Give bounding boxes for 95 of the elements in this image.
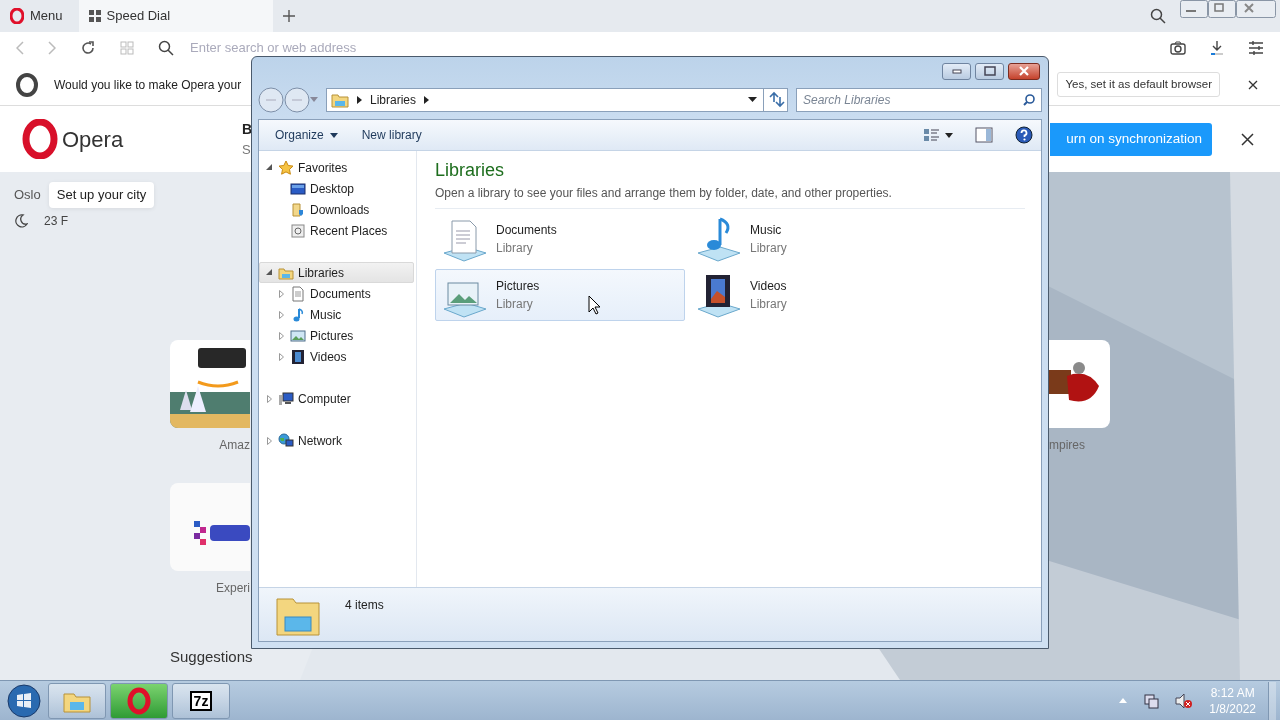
nav-tree-item[interactable]: Downloads — [259, 199, 414, 220]
picture-icon — [290, 327, 306, 344]
prompt-text: Would you like to make Opera your — [54, 76, 242, 94]
nav-tree-item[interactable]: Desktop — [259, 178, 414, 199]
address-bar[interactable]: Libraries — [326, 88, 788, 112]
cursor-icon — [588, 295, 601, 315]
preview-pane-icon[interactable] — [975, 127, 993, 143]
film-icon — [290, 348, 306, 365]
view-options-icon[interactable] — [923, 128, 953, 142]
breadcrumb-item[interactable]: Libraries — [370, 91, 417, 109]
expanded-arrow-icon[interactable] — [265, 164, 273, 171]
computer-icon — [278, 390, 294, 407]
archiver-button[interactable]: 7z — [172, 682, 230, 719]
collapsed-arrow-icon[interactable] — [278, 352, 284, 361]
opera-logo-icon — [22, 119, 58, 159]
city-name: Oslo — [14, 186, 41, 204]
monitor-icon — [290, 180, 306, 197]
logo-text: Opera — [62, 125, 124, 154]
chevron-right-icon[interactable] — [357, 96, 362, 104]
temperature-text: 23 F — [44, 212, 68, 230]
search-icon — [158, 40, 174, 56]
opera-logo-icon — [10, 8, 24, 24]
nav-tree-item[interactable]: Libraries — [259, 262, 414, 283]
network-status-icon[interactable] — [1143, 692, 1160, 709]
opera-logo-icon — [127, 686, 151, 715]
opera-logo-icon — [16, 72, 38, 97]
toolbar-button[interactable]: New library — [353, 124, 430, 146]
city-setup-tooltip[interactable]: Set up your city — [48, 182, 155, 208]
library-item[interactable]: Music Library — [689, 213, 939, 265]
search-field[interactable]: Search Libraries — [796, 88, 1042, 112]
close-button[interactable] — [1008, 62, 1040, 80]
chevron-right-icon[interactable] — [424, 96, 430, 104]
section-heading: Suggestions — [170, 646, 254, 667]
recent-places-icon — [290, 222, 306, 239]
library-item[interactable]: Documents Library — [435, 213, 685, 265]
nav-tree-item[interactable]: Network — [259, 430, 414, 451]
minimize-button[interactable] — [942, 62, 971, 80]
close-icon[interactable] — [1241, 132, 1254, 146]
maximize-icon — [983, 66, 996, 76]
collapsed-arrow-icon[interactable] — [266, 394, 272, 403]
search-icon — [1023, 94, 1035, 106]
subheading-text: S — [242, 140, 252, 159]
nav-tree-item[interactable]: Documents — [259, 283, 414, 304]
collapsed-arrow-icon[interactable] — [266, 436, 272, 445]
download-icon[interactable] — [1210, 40, 1224, 56]
moon-icon — [14, 213, 28, 228]
folder-icon — [290, 201, 306, 218]
globe-icon — [278, 432, 294, 449]
heading-text: B — [242, 119, 253, 139]
document-icon — [290, 285, 306, 302]
nav-tree-item[interactable]: Favorites — [259, 157, 414, 178]
minimize-button[interactable] — [1180, 0, 1208, 18]
refresh-icon[interactable] — [763, 89, 787, 111]
collapsed-arrow-icon[interactable] — [278, 289, 284, 298]
nav-tree-item[interactable]: Recent Places — [259, 220, 414, 241]
organize-menu[interactable]: Organize — [267, 124, 346, 146]
restore-button[interactable] — [1208, 0, 1236, 18]
default-browser-button[interactable]: Yes, set it as default browser — [1057, 71, 1220, 98]
opera-button[interactable] — [110, 682, 168, 719]
tile-label[interactable]: Experi — [216, 578, 250, 597]
grid-icon — [88, 10, 101, 22]
star-icon — [278, 159, 294, 176]
library-folder-icon — [331, 92, 349, 108]
dropdown-icon[interactable] — [748, 97, 757, 103]
close-icon — [1018, 66, 1030, 76]
content-description: Open a library to see your files and arrange them by folder, date, and other properties. — [435, 185, 893, 202]
camera-icon[interactable] — [1170, 41, 1186, 55]
content-heading: Libraries — [435, 159, 506, 182]
forward-button[interactable] — [284, 87, 310, 113]
library-item[interactable]: Pictures Library — [435, 269, 685, 321]
plus-icon[interactable] — [282, 10, 295, 22]
collapsed-arrow-icon[interactable] — [278, 331, 284, 340]
help-icon[interactable] — [1015, 126, 1033, 144]
volume-muted-icon[interactable] — [1175, 692, 1194, 709]
search-icon[interactable] — [1150, 8, 1166, 24]
menu-button[interactable]: Menu — [0, 0, 73, 32]
settings-icon[interactable] — [1248, 41, 1264, 55]
library-item[interactable]: Videos Library — [689, 269, 939, 321]
start-button[interactable] — [4, 681, 44, 720]
maximize-button[interactable] — [975, 62, 1004, 80]
nav-tree-item[interactable]: Computer — [259, 388, 414, 409]
item-count: 4 items — [345, 597, 384, 614]
close-icon[interactable] — [1248, 79, 1258, 90]
nav-tree-item[interactable]: Videos — [259, 346, 414, 367]
expanded-arrow-icon[interactable] — [265, 269, 273, 276]
caret-icon — [329, 132, 338, 138]
back-button[interactable] — [258, 87, 284, 113]
history-dropdown-icon[interactable] — [310, 97, 318, 103]
browser-tab[interactable]: Speed Dial — [78, 0, 273, 32]
collapsed-arrow-icon[interactable] — [278, 310, 284, 319]
minimize-icon — [951, 68, 962, 74]
nav-tree-item[interactable]: Music — [259, 304, 414, 325]
tile-label[interactable]: Amaz — [219, 435, 250, 454]
reload-icon[interactable] — [80, 40, 96, 56]
nav-tree-item[interactable]: Pictures — [259, 325, 414, 346]
